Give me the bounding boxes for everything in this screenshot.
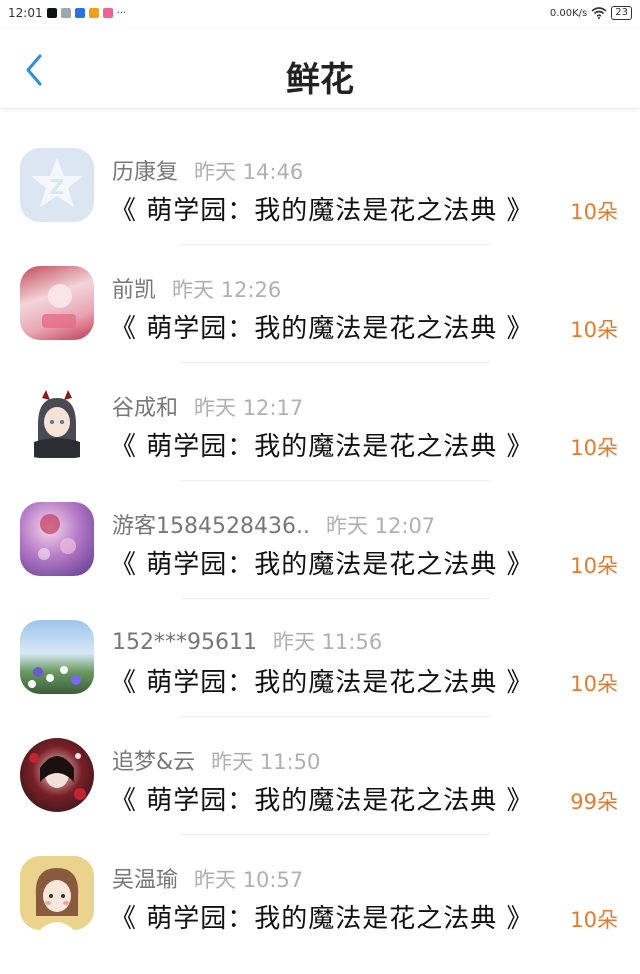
sender-name: 吴温瑜 xyxy=(112,868,179,893)
weibo-icon xyxy=(88,8,99,18)
book-title: 《 萌学园：我的魔法是花之法典 》 xyxy=(110,432,534,462)
status-left: 12:01 ··· xyxy=(8,6,126,20)
flower-field-image-icon xyxy=(28,666,81,688)
app-icon xyxy=(60,8,71,18)
avatar[interactable] xyxy=(20,266,94,340)
sender-name: 152***95611 xyxy=(112,630,257,655)
book-title: 《 萌学园：我的魔法是花之法典 》 xyxy=(110,786,534,816)
book-title: 《 萌学园：我的魔法是花之法典 》 xyxy=(110,314,534,344)
app-icon xyxy=(102,8,113,18)
sender-name: 谷成和 xyxy=(112,396,179,421)
gift-time: 昨天 14:46 xyxy=(194,160,304,184)
book-title: 《 萌学园：我的魔法是花之法典 》 xyxy=(110,196,534,226)
list-item[interactable]: 追梦&云 昨天 11:50 《 萌学园：我的魔法是花之法典 》 99朵 xyxy=(0,708,640,835)
page-title: 鲜花 xyxy=(286,60,354,100)
status-right: 0.00K/s 23 xyxy=(550,6,632,20)
avatar[interactable] xyxy=(20,620,94,694)
gift-time: 昨天 10:57 xyxy=(194,868,304,892)
sender-info: 历康复 昨天 14:46 xyxy=(112,154,303,186)
sender-name: 历康复 xyxy=(112,160,179,185)
flower-count: 99朵 xyxy=(570,790,618,814)
sender-info: 152***95611 昨天 11:56 xyxy=(112,626,382,656)
book-title: 《 萌学园：我的魔法是花之法典 》 xyxy=(110,668,534,698)
tiktok-icon xyxy=(46,8,57,18)
sender-info: 游客1584528436.. 昨天 12:07 xyxy=(112,508,435,540)
sender-info: 谷成和 昨天 12:17 xyxy=(112,390,303,422)
book-title: 《 萌学园：我的魔法是花之法典 》 xyxy=(110,904,534,934)
list-item[interactable]: 吴温瑜 昨天 10:57 《 萌学园：我的魔法是花之法典 》 10朵 xyxy=(0,826,640,944)
anime-girl-avatar-icon xyxy=(34,390,80,458)
gift-time: 昨天 12:26 xyxy=(172,278,282,302)
list-item[interactable]: 游客1584528436.. 昨天 12:07 《 萌学园：我的魔法是花之法典 … xyxy=(0,472,640,599)
avatar[interactable] xyxy=(20,502,94,576)
list-item[interactable]: Z 历康复 昨天 14:46 《 萌学园：我的魔法是花之法典 》 10朵 xyxy=(0,118,640,245)
flower-count: 10朵 xyxy=(570,318,618,342)
gift-time: 昨天 12:17 xyxy=(194,396,304,420)
list-item[interactable]: 谷成和 昨天 12:17 《 萌学园：我的魔法是花之法典 》 10朵 xyxy=(0,354,640,481)
cartoon-girl-avatar-icon xyxy=(35,868,79,930)
sender-info: 吴温瑜 昨天 10:57 xyxy=(112,862,303,894)
book-title: 《 萌学园：我的魔法是花之法典 》 xyxy=(110,550,534,580)
sender-name: 追梦&云 xyxy=(112,750,196,775)
avatar[interactable]: Z xyxy=(20,148,94,222)
avatar[interactable] xyxy=(20,738,94,812)
more-notifications-icon: ··· xyxy=(116,7,127,19)
sender-name: 游客1584528436.. xyxy=(112,514,310,539)
flower-count: 10朵 xyxy=(570,436,618,460)
avatar[interactable] xyxy=(20,384,94,458)
flower-count: 10朵 xyxy=(570,672,618,696)
flower-gift-list: Z 历康复 昨天 14:46 《 萌学园：我的魔法是花之法典 》 10朵 前凯 … xyxy=(0,118,640,944)
sender-name: 前凯 xyxy=(112,278,157,303)
battery-icon: 23 xyxy=(611,6,632,20)
gift-time: 昨天 11:56 xyxy=(272,630,383,654)
pink-bottle-image-icon xyxy=(42,284,76,328)
avatar[interactable] xyxy=(20,856,94,930)
wifi-icon xyxy=(591,7,607,19)
sender-info: 追梦&云 昨天 11:50 xyxy=(112,744,320,776)
clock: 12:01 xyxy=(8,6,43,20)
default-avatar-logo-icon: Z xyxy=(31,158,83,207)
flower-count: 10朵 xyxy=(570,554,618,578)
sender-info: 前凯 昨天 12:26 xyxy=(112,272,281,304)
header-bar: 鲜花 xyxy=(0,30,640,109)
flower-count: 10朵 xyxy=(570,908,618,932)
purple-bubbles-image-icon xyxy=(38,514,76,560)
dark-anime-girl-avatar-icon xyxy=(29,753,86,800)
list-item[interactable]: 前凯 昨天 12:26 《 萌学园：我的魔法是花之法典 》 10朵 xyxy=(0,236,640,363)
gift-time: 昨天 11:50 xyxy=(211,750,321,774)
list-item[interactable]: 152***95611 昨天 11:56 《 萌学园：我的魔法是花之法典 》 1… xyxy=(0,590,640,717)
status-bar: 12:01 ··· 0.00K/s 23 xyxy=(0,0,640,26)
gift-time: 昨天 12:07 xyxy=(325,514,436,538)
network-speed: 0.00K/s xyxy=(549,7,588,19)
svg-text:Z: Z xyxy=(50,175,65,199)
app-icon xyxy=(74,8,85,18)
flower-count: 10朵 xyxy=(570,200,618,224)
